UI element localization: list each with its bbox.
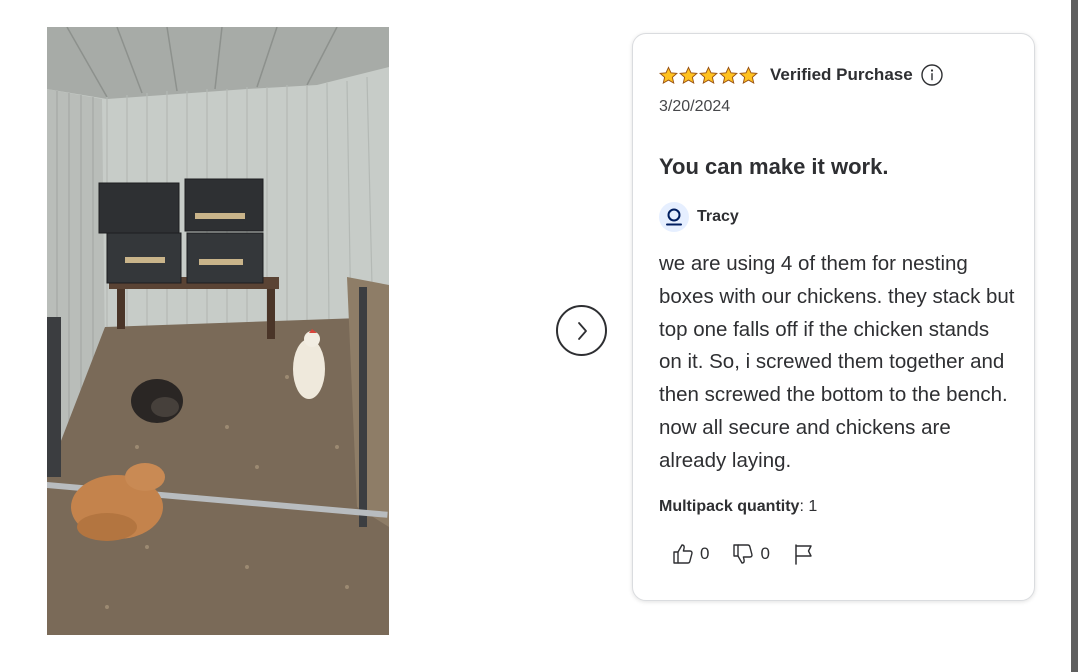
flag-icon [795,544,812,565]
review-title: You can make it work. [659,154,889,179]
verified-purchase-label: Verified Purchase [770,65,913,84]
attribute-value: 1 [808,498,818,515]
info-icon[interactable] [920,63,944,87]
author-name: Tracy [697,208,739,225]
avatar [659,202,689,232]
next-photo-button[interactable] [556,305,607,356]
rating-row: Verified Purchase [659,62,944,88]
thumbs-up-icon [673,544,693,564]
review-photo[interactable] [47,27,389,635]
review-viewer: Verified Purchase 3/20/2024 You can make… [0,0,1078,672]
coop-photo-image [47,27,389,635]
review-author: Tracy [659,202,739,232]
chevron-right-icon [577,321,587,340]
review-actions: 0 0 [671,542,838,566]
attribute-label: Multipack quantity [659,498,800,515]
helpful-button[interactable]: 0 [671,542,709,566]
star-icon [719,65,738,84]
scrollbar[interactable] [1071,0,1078,672]
user-icon [666,208,682,226]
review-attribute: Multipack quantity: 1 [659,498,817,516]
not-helpful-button[interactable]: 0 [731,542,770,566]
star-icon [679,65,698,84]
star-icon [699,65,718,84]
report-button[interactable] [792,542,816,566]
attribute-separator: : [799,498,809,515]
thumbs-down-icon [733,544,754,564]
star-rating [659,65,758,85]
not-helpful-count: 0 [760,544,770,563]
star-icon [659,65,678,84]
review-card: Verified Purchase 3/20/2024 You can make… [632,33,1035,601]
review-date: 3/20/2024 [659,98,731,115]
star-icon [739,65,758,84]
review-text: we are using 4 of them for nesting boxes… [659,252,1015,472]
helpful-count: 0 [700,544,710,563]
